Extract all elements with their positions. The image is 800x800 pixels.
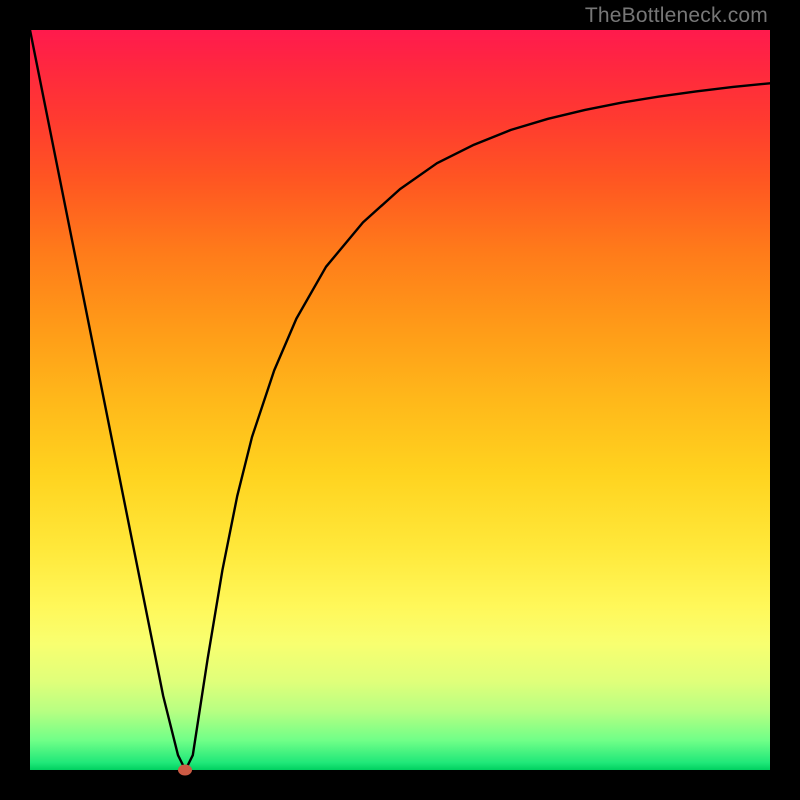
plot-area (30, 30, 770, 770)
curve-svg (30, 30, 770, 770)
minimum-marker (178, 765, 192, 776)
curve-path (30, 30, 770, 770)
chart-frame: TheBottleneck.com (0, 0, 800, 800)
watermark-text: TheBottleneck.com (585, 4, 768, 28)
